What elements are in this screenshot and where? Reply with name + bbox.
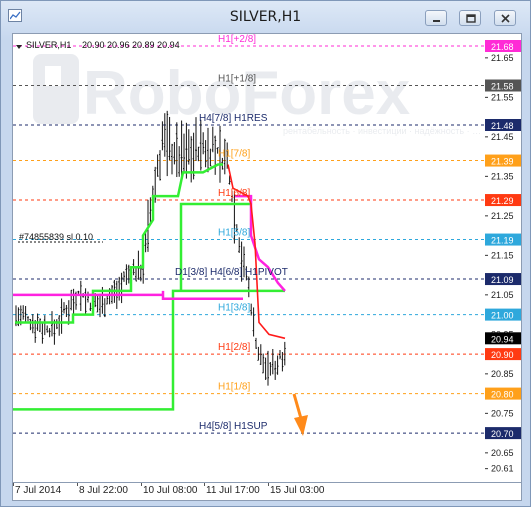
axis-price-label: 20.75 <box>491 408 514 418</box>
time-axis[interactable]: 7 Jul 2014 8 Jul 22:00 10 Jul 08:00 11 Jul … <box>12 483 522 501</box>
time-axis-tick <box>268 483 269 486</box>
forecast-down-arrow-icon <box>292 393 308 436</box>
axis-price-label: 21.35 <box>491 171 514 181</box>
time-axis-tick <box>77 483 78 486</box>
dropdown-triangle-icon[interactable] <box>16 45 22 49</box>
minimize-icon <box>433 20 440 22</box>
level-label: H4[7/8] H1RES <box>199 113 268 124</box>
order-label: #74855839 sl 0.10 <box>19 232 93 242</box>
order-marker[interactable]: #74855839 sl 0.10 <box>18 232 103 243</box>
axis-price-label: 20.85 <box>491 369 514 379</box>
time-axis-label: 10 Jul 08:00 <box>143 485 198 496</box>
watermark-subtext: рентабельность · инвестиции · надёжность… <box>283 126 481 136</box>
chart-symbol: SILVER,H1 <box>26 40 71 50</box>
level-label: H4[5/8] H1SUP <box>199 421 268 432</box>
level-price-tag-label: 20.80 <box>491 390 514 400</box>
axis-price-label: 21.45 <box>491 132 514 142</box>
chart-header: SILVER,H1 20.90 20.96 20.89 20.94 <box>16 40 180 50</box>
title-bar[interactable]: SILVER,H1 <box>1 1 530 31</box>
price-chart[interactable]: RoboForex рентабельность · инвестиции · … <box>13 34 522 483</box>
axis-price-label: 21.25 <box>491 211 514 221</box>
level-price-tag-label: 21.39 <box>491 157 514 167</box>
level-price-tag-label: 21.29 <box>491 196 514 206</box>
time-axis-tick <box>204 483 205 486</box>
level-price-tag-label: 21.68 <box>491 42 514 52</box>
level-price-tag-label: 21.58 <box>491 82 514 92</box>
time-axis-label: 15 Jul 03:00 <box>270 485 325 496</box>
axis-price-label: 20.65 <box>491 448 514 458</box>
close-button[interactable] <box>494 10 516 26</box>
level-price-tag-label: 21.19 <box>491 236 514 246</box>
minimize-button[interactable] <box>425 10 447 26</box>
level-label: D1[3/8] H4[6/8] H1PIVOT <box>175 267 288 278</box>
maximize-button[interactable] <box>459 10 481 26</box>
level-price-tag-label: 21.00 <box>491 311 514 321</box>
close-icon <box>501 14 510 23</box>
level-label: H1[6/8] <box>218 188 250 199</box>
level-price-tag-label: 20.90 <box>491 350 514 360</box>
time-axis-tick <box>141 483 142 486</box>
level-label: H1[7/8] <box>218 149 250 160</box>
time-axis-label: 7 Jul 2014 <box>15 485 62 496</box>
chart-plot-area[interactable]: RoboForex рентабельность · инвестиции · … <box>12 33 522 483</box>
current-price-label: 20.94 <box>491 334 514 344</box>
indicator-lines <box>13 163 286 411</box>
axis-price-label: 21.05 <box>491 290 514 300</box>
axis-price-label: 21.65 <box>491 53 514 63</box>
restore-icon <box>466 14 476 23</box>
time-axis-tick <box>13 483 14 486</box>
level-label: H1[3/8] <box>218 303 250 314</box>
time-axis-label: 11 Jul 17:00 <box>206 485 260 496</box>
level-label: H1[5/8] <box>218 228 250 239</box>
level-price-tag-label: 20.70 <box>491 429 514 439</box>
level-label: H1[+1/8] <box>218 74 256 85</box>
window-title: SILVER,H1 <box>229 9 302 25</box>
level-price-tag-label: 21.09 <box>491 275 514 285</box>
level-label: H1[+2/8] <box>218 34 256 45</box>
axis-price-label: 21.15 <box>491 250 514 260</box>
axis-price-label: 21.55 <box>491 92 514 102</box>
chart-window: SILVER,H1 RoboForex рентабельность · инв… <box>0 0 531 507</box>
time-axis-label: 8 Jul 22:00 <box>79 485 128 496</box>
level-price-tag-label: 21.48 <box>491 121 514 131</box>
level-label: H1[1/8] <box>218 382 250 393</box>
chart-ohlc: 20.90 20.96 20.89 20.94 <box>82 40 180 50</box>
level-label: H1[2/8] <box>218 342 250 353</box>
axis-price-label: 20.61 <box>491 464 514 474</box>
